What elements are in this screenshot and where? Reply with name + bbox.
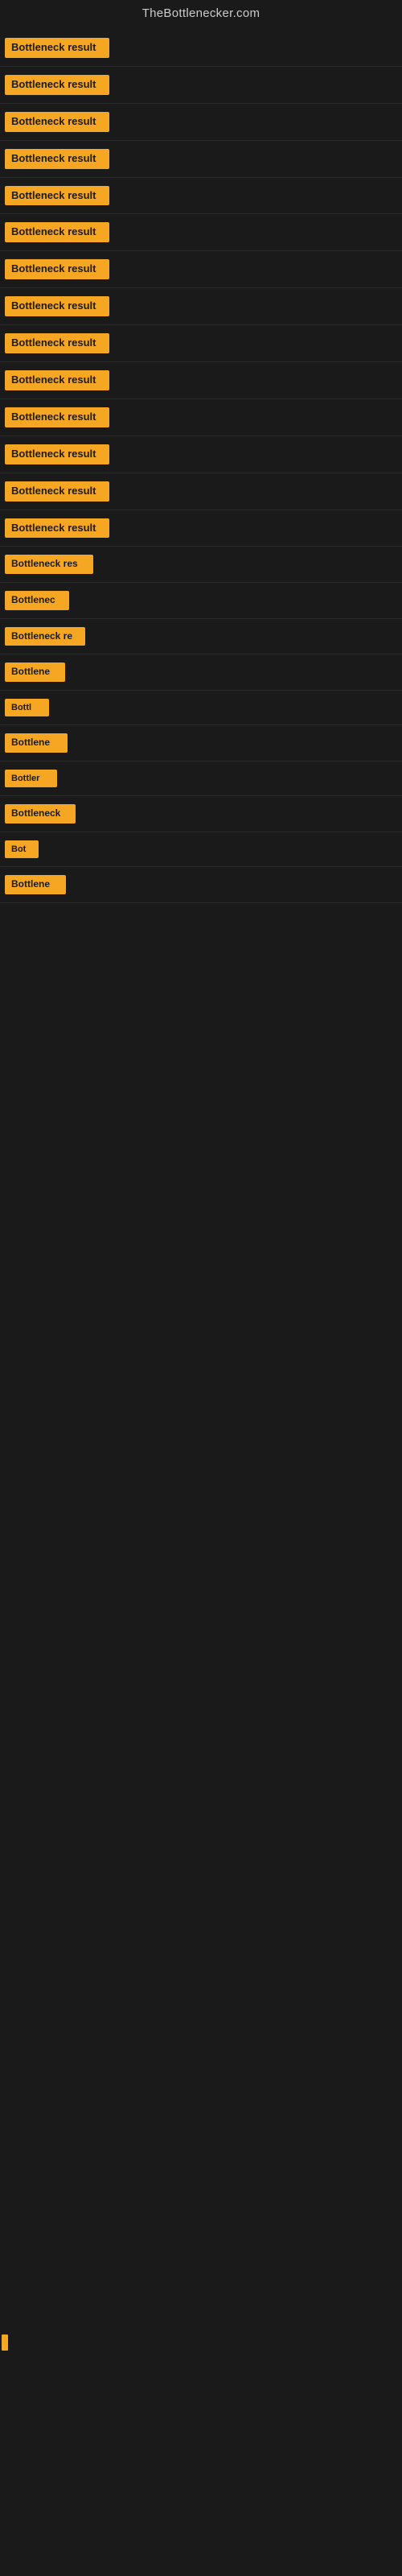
bottleneck-section-19: Bottl [0, 691, 402, 725]
list-item[interactable]: Bottleneck result [5, 407, 402, 427]
bottom-indicator [2, 2334, 8, 2351]
list-item[interactable]: Bottlene [5, 875, 402, 894]
bottleneck-badge[interactable]: Bottleneck [5, 804, 76, 824]
bottleneck-badge[interactable]: Bottleneck result [5, 481, 109, 502]
bottleneck-section-24: Bottlene [0, 867, 402, 903]
bottleneck-badge[interactable]: Bottlene [5, 663, 65, 682]
bottleneck-badge[interactable]: Bottler [5, 770, 57, 787]
bottleneck-badge[interactable]: Bottleneck result [5, 518, 109, 539]
bottleneck-section-22: Bottleneck [0, 796, 402, 832]
list-item[interactable]: Bottleneck [5, 804, 402, 824]
bottleneck-section-15: Bottleneck res [0, 547, 402, 583]
bottleneck-badge[interactable]: Bottleneck result [5, 222, 109, 242]
bottleneck-section-11: Bottleneck result [0, 399, 402, 436]
list-item[interactable]: Bottl [5, 699, 402, 716]
bottleneck-section-4: Bottleneck result [0, 141, 402, 178]
bottleneck-section-20: Bottlene [0, 725, 402, 762]
bottleneck-section-8: Bottleneck result [0, 288, 402, 325]
bottleneck-badge[interactable]: Bottleneck result [5, 38, 109, 58]
bottleneck-badge[interactable]: Bottlene [5, 875, 66, 894]
bottleneck-badge[interactable]: Bottleneck result [5, 75, 109, 95]
bottleneck-badge[interactable]: Bottleneck result [5, 186, 109, 206]
bottleneck-badge[interactable]: Bottleneck result [5, 333, 109, 353]
bottleneck-badge[interactable]: Bottleneck result [5, 259, 109, 279]
bottleneck-section-3: Bottleneck result [0, 104, 402, 141]
bottleneck-section-2: Bottleneck result [0, 67, 402, 104]
list-item[interactable]: Bottlene [5, 663, 402, 682]
bottleneck-section-18: Bottlene [0, 654, 402, 691]
bottleneck-badge[interactable]: Bottleneck result [5, 407, 109, 427]
bottleneck-badge[interactable]: Bottl [5, 699, 49, 716]
list-item[interactable]: Bottlenec [5, 591, 402, 610]
bottleneck-section-12: Bottleneck result [0, 436, 402, 473]
bottleneck-section-13: Bottleneck result [0, 473, 402, 510]
list-item[interactable]: Bottleneck result [5, 38, 402, 58]
empty-area [0, 903, 402, 1386]
bottleneck-section-17: Bottleneck re [0, 619, 402, 655]
list-item[interactable]: Bottleneck result [5, 149, 402, 169]
bottleneck-section-23: Bot [0, 832, 402, 867]
bottleneck-section-14: Bottleneck result [0, 510, 402, 547]
bottleneck-section-16: Bottlenec [0, 583, 402, 619]
bottleneck-badge[interactable]: Bottleneck res [5, 555, 93, 574]
bottleneck-badge[interactable]: Bottleneck result [5, 370, 109, 390]
list-item[interactable]: Bottleneck re [5, 627, 402, 646]
content-area: Bottleneck result Bottleneck result Bott… [0, 30, 402, 1386]
list-item[interactable]: Bottleneck result [5, 296, 402, 316]
bottleneck-section-21: Bottler [0, 762, 402, 796]
list-item[interactable]: Bottleneck res [5, 555, 402, 574]
list-item[interactable]: Bot [5, 840, 402, 858]
list-item[interactable]: Bottler [5, 770, 402, 787]
bottleneck-section-6: Bottleneck result [0, 214, 402, 251]
bottleneck-badge[interactable]: Bottleneck result [5, 296, 109, 316]
list-item[interactable]: Bottlene [5, 733, 402, 753]
bottleneck-badge[interactable]: Bottleneck result [5, 149, 109, 169]
bottleneck-badge[interactable]: Bottleneck result [5, 112, 109, 132]
list-item[interactable]: Bottleneck result [5, 444, 402, 464]
list-item[interactable]: Bottleneck result [5, 370, 402, 390]
list-item[interactable]: Bottleneck result [5, 259, 402, 279]
bottleneck-badge[interactable]: Bottleneck result [5, 444, 109, 464]
bottleneck-section-1: Bottleneck result [0, 30, 402, 67]
list-item[interactable]: Bottleneck result [5, 186, 402, 206]
bottleneck-section-10: Bottleneck result [0, 362, 402, 399]
bottleneck-badge[interactable]: Bot [5, 840, 39, 858]
list-item[interactable]: Bottleneck result [5, 222, 402, 242]
bottleneck-section-5: Bottleneck result [0, 178, 402, 215]
list-item[interactable]: Bottleneck result [5, 75, 402, 95]
bottleneck-section-9: Bottleneck result [0, 325, 402, 362]
bottleneck-badge[interactable]: Bottlenec [5, 591, 69, 610]
bottleneck-section-7: Bottleneck result [0, 251, 402, 288]
list-item[interactable]: Bottleneck result [5, 481, 402, 502]
bottleneck-badge[interactable]: Bottleneck re [5, 627, 85, 646]
list-item[interactable]: Bottleneck result [5, 112, 402, 132]
list-item[interactable]: Bottleneck result [5, 518, 402, 539]
list-item[interactable]: Bottleneck result [5, 333, 402, 353]
bottleneck-badge[interactable]: Bottlene [5, 733, 68, 753]
site-header: TheBottlenecker.com [0, 0, 402, 30]
